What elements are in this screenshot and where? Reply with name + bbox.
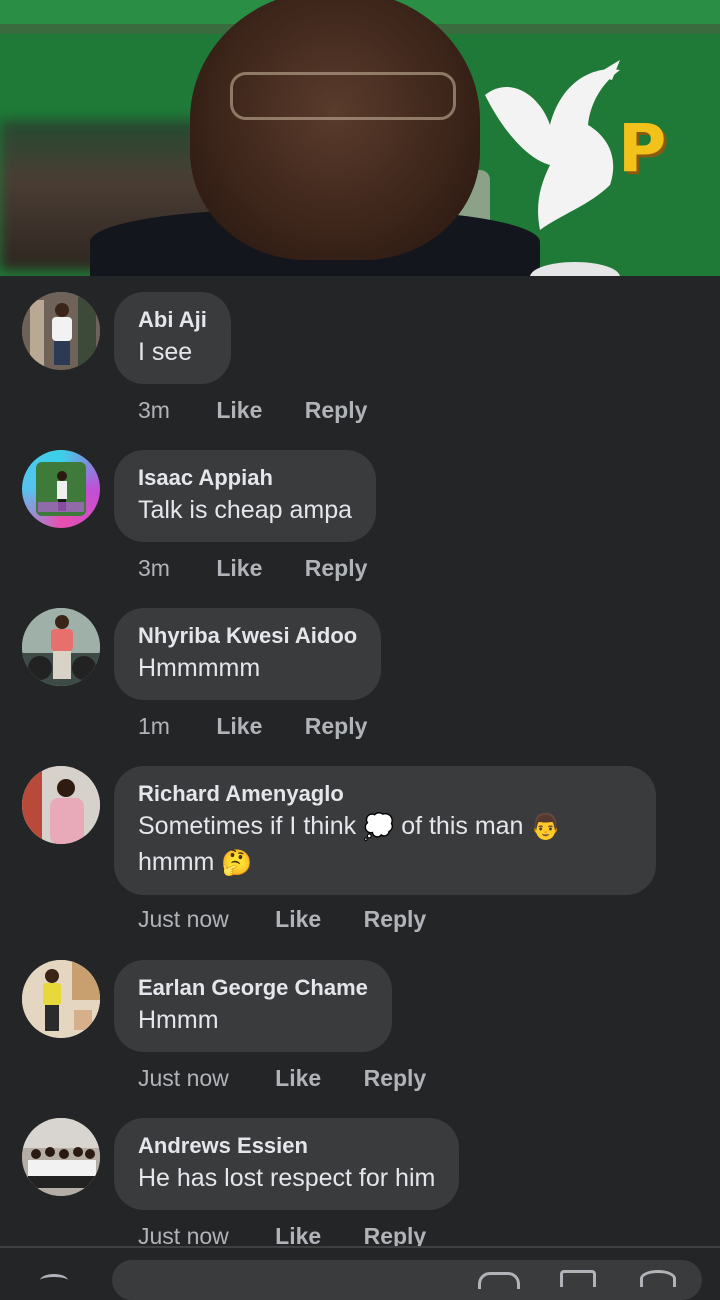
man-emoji-icon: 👨 xyxy=(530,812,562,841)
comment-actions: 3m Like Reply xyxy=(138,555,403,582)
comment-bubble[interactable]: Nhyriba Kwesi Aidoo Hmmmmm xyxy=(114,608,382,700)
camera-icon[interactable] xyxy=(40,1274,68,1287)
comment-time: 3m xyxy=(138,555,170,581)
reply-button[interactable]: Reply xyxy=(364,1065,427,1092)
dove-logo-icon xyxy=(485,60,620,230)
video-white-shape xyxy=(530,262,620,276)
comment-time: 3m xyxy=(138,397,170,423)
commenter-name[interactable]: Nhyriba Kwesi Aidoo xyxy=(138,621,357,651)
like-button[interactable]: Like xyxy=(216,397,262,424)
thinking-face-icon: 🤔 xyxy=(221,848,253,877)
party-logo-text: P xyxy=(618,110,666,187)
comment-actions: Just now Like Reply xyxy=(138,906,462,933)
comment-text-part: hmmm xyxy=(138,847,215,876)
thought-bubble-icon: 💭 xyxy=(363,812,395,841)
write-comment-input[interactable] xyxy=(112,1260,702,1300)
reply-button[interactable]: Reply xyxy=(305,713,368,740)
reply-button[interactable]: Reply xyxy=(305,397,368,424)
comment-bubble[interactable]: Andrews Essien He has lost respect for h… xyxy=(114,1118,460,1210)
comment-time: Just now xyxy=(138,1065,229,1091)
comment-time: 1m xyxy=(138,713,170,739)
comment-actions: 3m Like Reply xyxy=(138,397,403,424)
like-button[interactable]: Like xyxy=(275,906,321,933)
avatar[interactable] xyxy=(22,960,100,1038)
comment-text: Hmmm xyxy=(138,1006,219,1034)
like-button[interactable]: Like xyxy=(275,1065,321,1092)
group-photo-icon xyxy=(22,1118,100,1196)
person-photo-icon xyxy=(22,292,100,370)
reply-button[interactable]: Reply xyxy=(305,555,368,582)
person-photo-icon xyxy=(22,766,100,844)
sticker-icon[interactable] xyxy=(640,1270,676,1287)
comment-actions: Just now Like Reply xyxy=(138,1223,462,1246)
comment-bubble[interactable]: Abi Aji I see xyxy=(114,292,231,384)
avatar[interactable] xyxy=(22,1118,100,1196)
comment-text: I see xyxy=(138,338,193,366)
person-photo-icon xyxy=(36,462,86,516)
comment-text: He has lost respect for him xyxy=(138,1164,436,1192)
commenter-name[interactable]: Richard Amenyaglo xyxy=(138,779,562,809)
comment-bubble[interactable]: Earlan George Chame Hmmm xyxy=(114,960,392,1052)
like-button[interactable]: Like xyxy=(216,713,262,740)
live-video[interactable]: P xyxy=(0,0,720,276)
comment-time: Just now xyxy=(138,906,229,932)
avatar[interactable] xyxy=(22,766,100,844)
video-speaker-head xyxy=(190,0,480,260)
video-speaker-glasses xyxy=(230,72,456,120)
avatar[interactable] xyxy=(22,292,100,370)
comment-actions: Just now Like Reply xyxy=(138,1065,462,1092)
commenter-name[interactable]: Abi Aji xyxy=(138,305,207,335)
comment-composer xyxy=(0,1246,720,1300)
comment-text: Hmmmmm xyxy=(138,654,261,682)
comment-bubble[interactable]: Richard Amenyaglo Sometimes if I think 💭… xyxy=(114,766,656,895)
comment-bubble[interactable]: Isaac Appiah Talk is cheap ampa xyxy=(114,450,377,542)
gif-icon[interactable] xyxy=(560,1270,596,1287)
like-button[interactable]: Like xyxy=(275,1223,321,1246)
comment-text: Talk is cheap ampa xyxy=(138,496,353,524)
person-photo-icon xyxy=(22,960,100,1038)
person-photo-icon xyxy=(22,608,100,686)
comment-time: Just now xyxy=(138,1223,229,1246)
reply-button[interactable]: Reply xyxy=(364,1223,427,1246)
avatar[interactable] xyxy=(22,608,100,686)
reply-button[interactable]: Reply xyxy=(364,906,427,933)
comment-text-part: of this man xyxy=(401,812,524,840)
commenter-name[interactable]: Earlan George Chame xyxy=(138,973,368,1003)
emoji-icon[interactable] xyxy=(478,1272,520,1289)
like-button[interactable]: Like xyxy=(216,555,262,582)
avatar[interactable] xyxy=(22,450,100,528)
comment-text: Sometimes if I think 💭 of this man 👨 hmm… xyxy=(138,809,562,881)
commenter-name[interactable]: Isaac Appiah xyxy=(138,463,352,493)
comment-text-part: Sometimes if I think xyxy=(138,812,357,840)
commenter-name[interactable]: Andrews Essien xyxy=(138,1131,435,1161)
comments-list[interactable]: Abi Aji I see 3m Like Reply Isaac Appiah… xyxy=(0,276,720,1246)
comment-actions: 1m Like Reply xyxy=(138,713,403,740)
